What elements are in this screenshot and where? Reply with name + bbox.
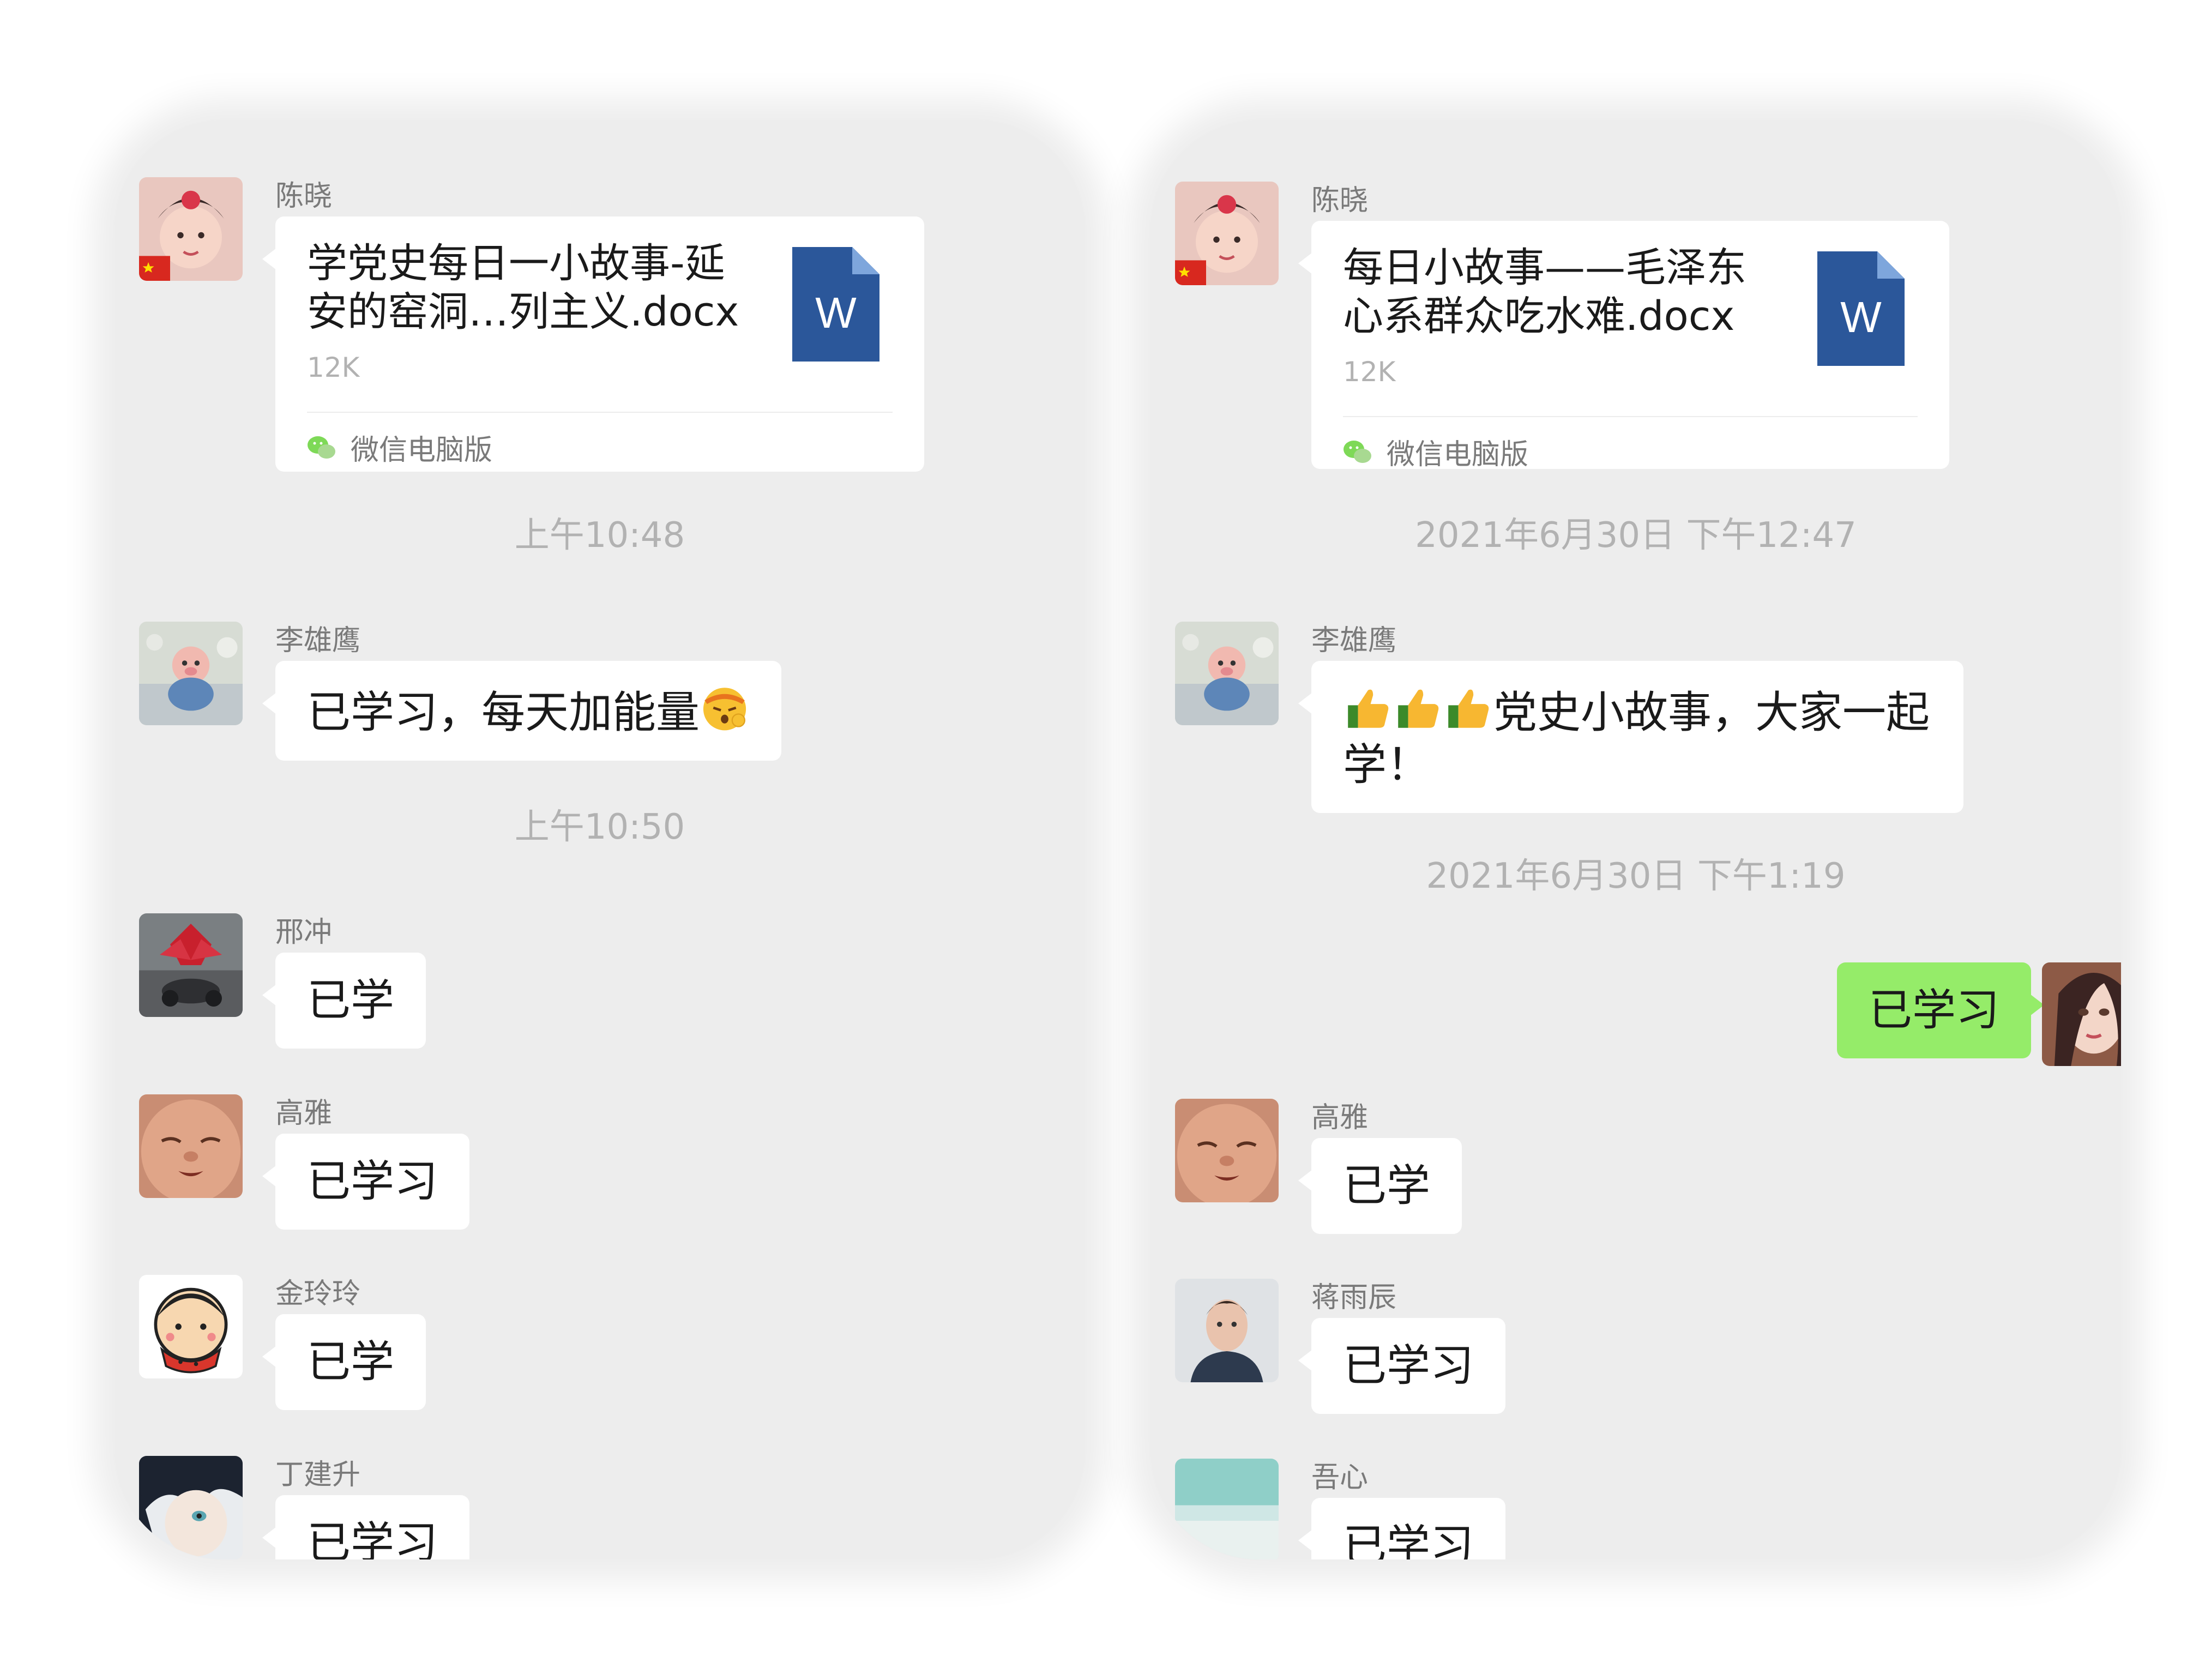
avatar[interactable]: [1175, 622, 1279, 725]
cool-face-emoji: [700, 683, 750, 733]
avatar[interactable]: [139, 913, 243, 1017]
sender-name: 邢冲: [275, 916, 333, 949]
message-bubble[interactable]: 已学: [1298, 1138, 1462, 1234]
avatar[interactable]: [1175, 182, 1279, 285]
avatar[interactable]: [1175, 1279, 1279, 1382]
avatar[interactable]: [139, 1275, 243, 1378]
sender-name: 陈晓: [275, 180, 333, 213]
sender-name: 李雄鹰: [275, 624, 361, 657]
timestamp: 2021年6月30日 下午12:47: [1415, 515, 1857, 556]
sender-name: 李雄鹰: [1311, 624, 1397, 657]
timestamp: 上午10:50: [514, 807, 685, 847]
message-bubble[interactable]: 已学: [262, 953, 426, 1049]
divider: [1343, 416, 1918, 417]
avatar[interactable]: [1175, 1459, 1279, 1559]
word-file-icon: W: [792, 247, 879, 362]
chat-panel-left: 陈晓 学党史每日一小故事-延 安的窑洞…列主义.docx 12K W 微信电脑版…: [115, 120, 1085, 1559]
avatar[interactable]: [139, 1456, 243, 1559]
svg-text:W: W: [1840, 293, 1882, 341]
message-bubble[interactable]: 已学习，每天加能量: [262, 661, 781, 761]
word-file-icon: W: [1817, 251, 1905, 366]
avatar[interactable]: [139, 177, 243, 281]
svg-text:W: W: [815, 288, 857, 337]
sender-name: 金玲玲: [275, 1278, 361, 1310]
chat-panel-right: 陈晓 每日小故事——毛泽东 心系群众吃水难.docx 12K W 微信电脑版 2…: [1150, 120, 2121, 1559]
file-card[interactable]: 每日小故事——毛泽东 心系群众吃水难.docx 12K W 微信电脑版: [1298, 221, 1949, 472]
sender-name: 高雅: [275, 1097, 333, 1130]
message-bubble[interactable]: 已学: [262, 1314, 426, 1410]
wechat-logo-icon: [1344, 440, 1371, 463]
file-size: 12K: [307, 352, 360, 383]
message-bubble[interactable]: 已学习: [262, 1495, 469, 1559]
file-name: 学党史每日一小故事-延 安的窑洞…列主义.docx: [307, 240, 739, 335]
message-bubble[interactable]: 已学习: [1298, 1498, 1505, 1559]
file-size: 12K: [1343, 356, 1396, 388]
wechat-logo-icon: [308, 436, 335, 459]
sender-name: 吾心: [1311, 1461, 1369, 1494]
message-bubble[interactable]: 党史小故事，大家一起 学！: [1298, 661, 1963, 813]
sender-name: 丁建升: [275, 1459, 361, 1491]
avatar[interactable]: [139, 622, 243, 725]
my-avatar[interactable]: [2042, 962, 2121, 1066]
my-message-bubble[interactable]: 已学习: [1837, 962, 2044, 1058]
timestamp: 2021年6月30日 下午1:19: [1426, 856, 1846, 896]
file-card[interactable]: 学党史每日一小故事-延 安的窑洞…列主义.docx 12K W 微信电脑版: [262, 216, 924, 472]
file-source: 微信电脑版: [307, 427, 492, 468]
message-bubble[interactable]: 已学习: [262, 1134, 469, 1230]
sender-name: 蒋雨辰: [1311, 1281, 1397, 1314]
avatar[interactable]: [1175, 1099, 1279, 1202]
thumbs-up-emoji: [1443, 683, 1493, 733]
divider: [307, 412, 893, 413]
sender-name: 陈晓: [1311, 184, 1369, 217]
thumbs-up-emoji: [1343, 683, 1393, 733]
message-bubble[interactable]: 已学习: [1298, 1318, 1505, 1414]
avatar[interactable]: [139, 1094, 243, 1198]
file-name: 每日小故事——毛泽东 心系群众吃水难.docx: [1343, 244, 1746, 340]
timestamp: 上午10:48: [514, 515, 685, 556]
file-source: 微信电脑版: [1343, 431, 1528, 472]
sender-name: 高雅: [1311, 1101, 1369, 1134]
thumbs-up-emoji: [1393, 683, 1443, 733]
